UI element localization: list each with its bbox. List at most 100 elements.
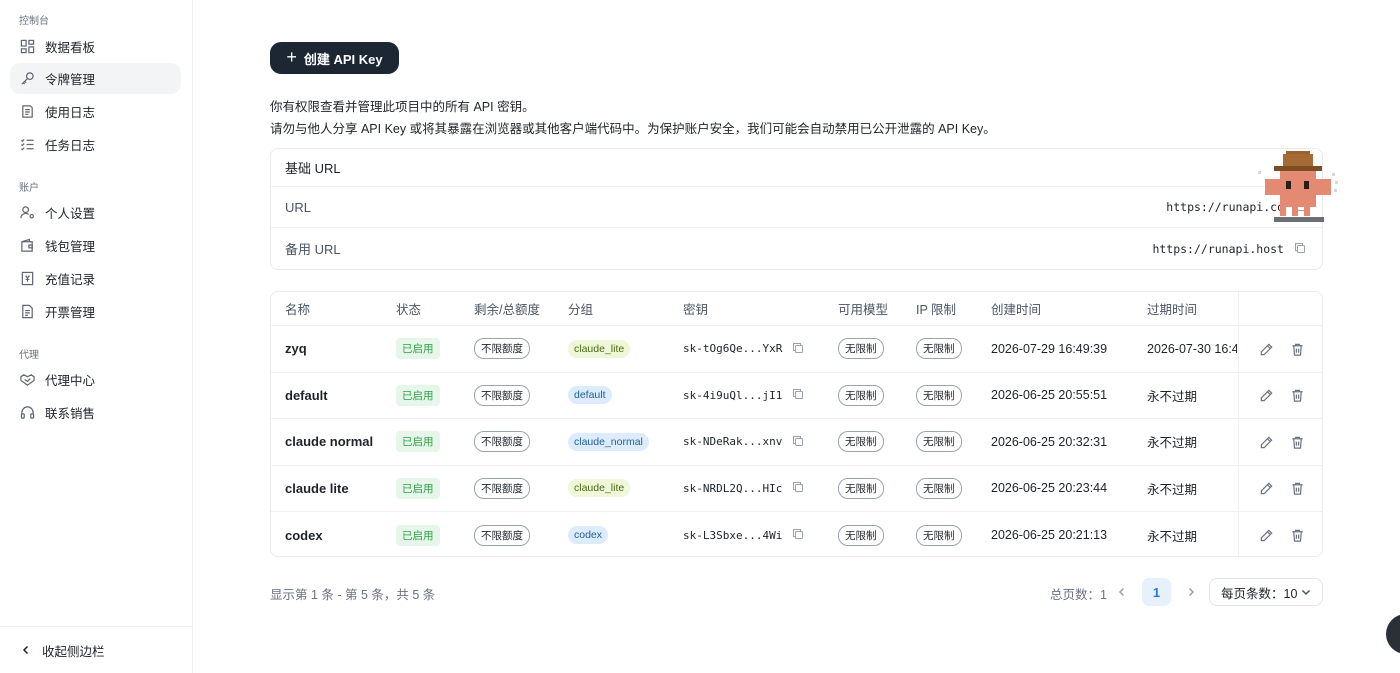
chevron-right-icon xyxy=(1188,587,1195,597)
status-badge: 已启用 xyxy=(396,431,440,453)
url-row-backup: 备用 URL https://runapi.host xyxy=(271,228,1322,269)
models-badge: 无限制 xyxy=(838,477,884,499)
sidebar-item-label: 使用日志 xyxy=(45,106,96,120)
ip-limit-badge: 无限制 xyxy=(916,431,962,453)
created-time: 2026-06-25 20:55:51 xyxy=(991,388,1108,403)
copy-icon[interactable] xyxy=(792,435,806,449)
models-badge: 无限制 xyxy=(838,338,884,360)
description-line-2: 请勿与他人分享 API Key 或将其暴露在浏览器或其他客户端代码中。为保护账户… xyxy=(270,122,996,136)
copy-icon[interactable] xyxy=(792,481,806,495)
expires-time: 永不过期 xyxy=(1147,389,1198,404)
page-size-select[interactable]: 每页条数：10 xyxy=(1209,578,1323,606)
edit-icon[interactable] xyxy=(1258,434,1274,450)
quota-badge: 不限额度 xyxy=(474,477,530,499)
sidebar-item-task-log[interactable]: 任务日志 xyxy=(10,129,181,160)
base-url-title: 基础 URL xyxy=(271,149,1322,187)
sidebar-item-usage-log[interactable]: 使用日志 xyxy=(10,96,181,127)
edit-icon[interactable] xyxy=(1258,341,1274,357)
delete-icon[interactable] xyxy=(1289,527,1305,543)
copy-icon[interactable] xyxy=(1294,242,1308,256)
status-badge: 已启用 xyxy=(396,384,440,406)
user-settings-icon xyxy=(20,205,35,220)
sidebar-item-label: 开票管理 xyxy=(45,306,96,320)
sidebar-item-label: 令牌管理 xyxy=(45,73,96,87)
create-api-key-button[interactable]: + 创建 API Key xyxy=(270,42,399,74)
delete-icon[interactable] xyxy=(1289,481,1305,497)
chevron-left-icon xyxy=(20,644,32,656)
copy-icon[interactable] xyxy=(792,342,806,356)
page-button-current[interactable]: 1 xyxy=(1142,578,1171,606)
table-row: codex 已启用 不限额度 codex sk-L3Sbxe...4Wi 无限制… xyxy=(271,512,1322,556)
pagination-summary: 显示第 1 条 - 第 5 条，共 5 条 xyxy=(270,588,436,602)
token-name: claude lite xyxy=(285,480,349,496)
delete-icon[interactable] xyxy=(1289,341,1305,357)
column-header-quota: 剩余/总额度 xyxy=(474,303,540,317)
token-name: default xyxy=(285,387,328,403)
group-badge: claude_normal xyxy=(568,432,649,451)
sidebar-item-recharge[interactable]: 充值记录 xyxy=(10,263,181,294)
plus-icon: + xyxy=(286,47,297,67)
quota-badge: 不限额度 xyxy=(474,338,530,360)
sidebar-item-profile[interactable]: 个人设置 xyxy=(10,197,181,228)
row-actions xyxy=(1238,372,1322,418)
sidebar-item-wallet[interactable]: 钱包管理 xyxy=(10,230,181,261)
description-line-1: 你有权限查看并管理此项目中的所有 API 密钥。 xyxy=(270,100,535,114)
section-title-agent: 代理 xyxy=(19,350,39,361)
task-list-icon xyxy=(20,137,35,152)
url-label: URL xyxy=(285,199,312,215)
expires-time: 永不过期 xyxy=(1147,436,1198,451)
row-actions xyxy=(1238,326,1322,372)
table-row: zyq 已启用 不限额度 claude_lite sk-tOg6Qe...YxR… xyxy=(271,326,1322,373)
total-pages: 总页数：1 xyxy=(1050,588,1107,602)
sidebar-item-invoice[interactable]: 开票管理 xyxy=(10,296,181,327)
sidebar-item-label: 充值记录 xyxy=(45,273,96,287)
group-badge: claude_lite xyxy=(568,339,631,358)
column-header-created: 创建时间 xyxy=(991,303,1042,317)
created-time: 2026-07-29 16:49:39 xyxy=(991,341,1108,356)
column-header-expires: 过期时间 xyxy=(1147,303,1198,317)
sidebar-item-dashboard[interactable]: 数据看板 xyxy=(10,31,181,62)
edit-icon[interactable] xyxy=(1258,481,1274,497)
sidebar-item-label: 任务日志 xyxy=(45,139,96,153)
group-badge: codex xyxy=(568,526,609,545)
api-key-text: sk-NDeRak...xnv xyxy=(683,435,783,449)
token-name: zyq xyxy=(285,341,307,357)
sidebar-item-label: 联系销售 xyxy=(45,407,96,421)
edit-icon[interactable] xyxy=(1258,388,1274,404)
chevron-left-icon xyxy=(1118,587,1125,597)
backup-url-label: 备用 URL xyxy=(285,242,341,257)
copy-icon[interactable] xyxy=(792,528,806,542)
status-badge: 已启用 xyxy=(396,338,440,360)
api-key-text: sk-NRDL2Q...HIc xyxy=(683,481,783,495)
sidebar-item-tokens[interactable]: 令牌管理 xyxy=(10,63,181,94)
sidebar-item-agent-center[interactable]: 代理中心 xyxy=(10,364,181,395)
status-badge: 已启用 xyxy=(396,524,440,546)
ip-limit-badge: 无限制 xyxy=(916,384,962,406)
api-key-text: sk-tOg6Qe...YxR xyxy=(683,342,783,356)
group-badge: claude_lite xyxy=(568,479,631,498)
previous-page-button[interactable] xyxy=(1114,582,1130,602)
delete-icon[interactable] xyxy=(1289,388,1305,404)
models-badge: 无限制 xyxy=(838,431,884,453)
table-row: claude lite 已启用 不限额度 claude_lite sk-NRDL… xyxy=(271,465,1322,512)
sidebar-item-label: 代理中心 xyxy=(45,374,96,388)
row-actions xyxy=(1238,512,1322,556)
delete-icon[interactable] xyxy=(1289,434,1305,450)
created-time: 2026-06-25 20:23:44 xyxy=(991,481,1108,496)
edit-icon[interactable] xyxy=(1258,527,1274,543)
created-time: 2026-06-25 20:21:13 xyxy=(991,528,1108,543)
page-size-label: 每页条数：10 xyxy=(1221,586,1298,601)
next-page-button[interactable] xyxy=(1183,582,1199,602)
dashboard-icon xyxy=(20,39,35,54)
sidebar: 控制台 数据看板 令牌管理 使用日志 任务日志 账户 个人设置 钱包管理 充值记… xyxy=(0,0,193,673)
pixel-mascot-icon xyxy=(1258,151,1338,222)
floating-help-button[interactable] xyxy=(1386,614,1400,654)
sidebar-item-label: 钱包管理 xyxy=(45,240,96,254)
column-header-models: 可用模型 xyxy=(838,303,889,317)
row-actions xyxy=(1238,465,1322,511)
url-row-primary: URL https://runapi.co xyxy=(271,187,1322,228)
collapse-sidebar-button[interactable]: 收起侧边栏 xyxy=(0,626,192,673)
sidebar-item-contact-sales[interactable]: 联系销售 xyxy=(10,397,181,428)
copy-icon[interactable] xyxy=(792,388,806,402)
create-api-key-label: 创建 API Key xyxy=(303,51,383,67)
